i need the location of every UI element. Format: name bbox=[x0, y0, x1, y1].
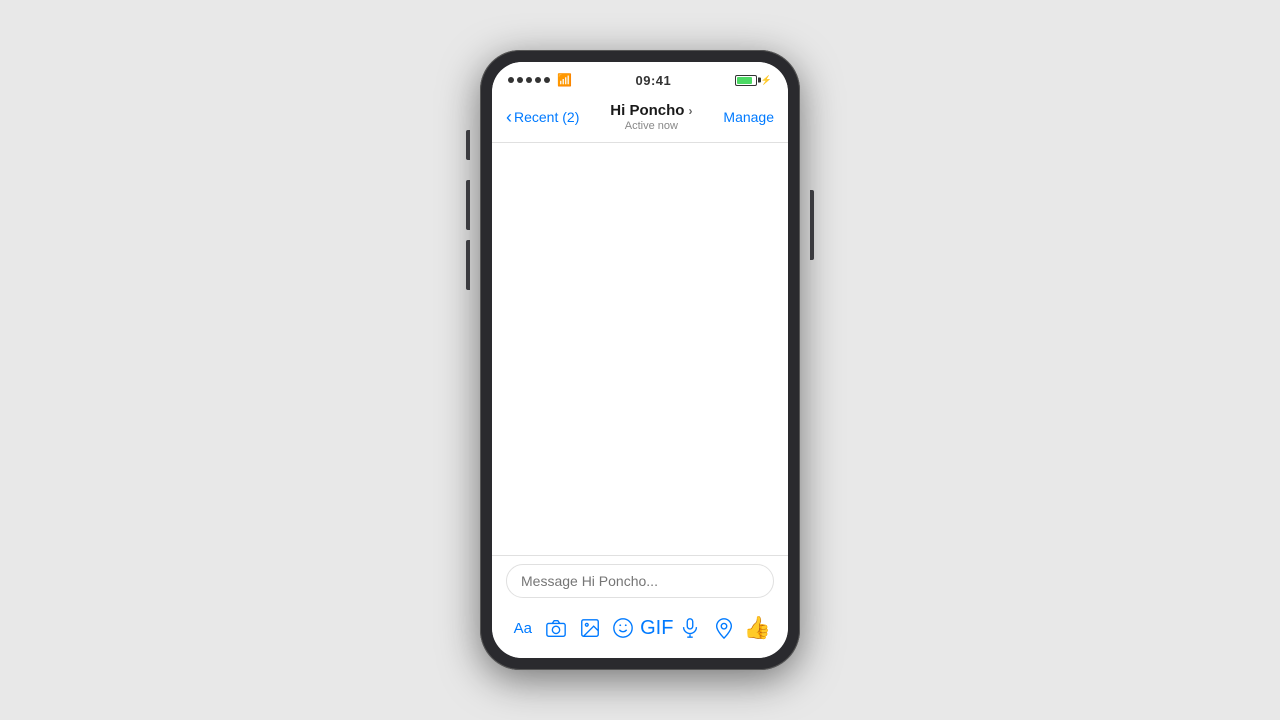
back-label: Recent (2) bbox=[514, 109, 579, 125]
emoji-icon bbox=[612, 617, 634, 639]
signal-area: 📶 bbox=[508, 73, 572, 87]
mute-button[interactable] bbox=[466, 130, 470, 160]
signal-dot-2 bbox=[517, 77, 523, 83]
nav-title-text: Hi Poncho bbox=[610, 102, 684, 119]
keyboard-label: Aa bbox=[514, 620, 532, 637]
location-button[interactable] bbox=[707, 610, 741, 646]
bolt-icon: ⚡ bbox=[761, 75, 772, 86]
emoji-button[interactable] bbox=[607, 610, 641, 646]
nav-center: Hi Poncho › Active now bbox=[587, 102, 715, 132]
gif-label: GIF bbox=[640, 617, 673, 640]
message-input[interactable] bbox=[506, 564, 774, 598]
mic-button[interactable] bbox=[674, 610, 708, 646]
location-icon bbox=[713, 617, 735, 639]
power-button[interactable] bbox=[810, 190, 814, 260]
wifi-icon: 📶 bbox=[557, 73, 572, 87]
battery-container bbox=[735, 75, 757, 86]
signal-dot-3 bbox=[526, 77, 532, 83]
signal-dot-4 bbox=[535, 77, 541, 83]
volume-up-button[interactable] bbox=[466, 180, 470, 230]
like-button[interactable]: 👍 bbox=[741, 610, 775, 646]
photo-icon bbox=[579, 617, 601, 639]
status-bar: 📶 09:41 ⚡ bbox=[492, 62, 788, 94]
screen: 📶 09:41 ⚡ ‹ Recent (2) bbox=[492, 62, 788, 658]
back-chevron-icon: ‹ bbox=[506, 108, 512, 126]
camera-button[interactable] bbox=[540, 610, 574, 646]
back-button[interactable]: ‹ Recent (2) bbox=[506, 108, 579, 126]
nav-subtitle: Active now bbox=[587, 120, 715, 132]
phone-inner: 📶 09:41 ⚡ ‹ Recent (2) bbox=[492, 62, 788, 658]
toolbar-icons: Aa bbox=[506, 606, 774, 650]
volume-down-button[interactable] bbox=[466, 240, 470, 290]
battery-area: ⚡ bbox=[735, 75, 772, 86]
nav-title-chevron-icon: › bbox=[688, 104, 692, 118]
nav-title-row[interactable]: Hi Poncho › bbox=[587, 102, 715, 119]
input-area: Aa bbox=[492, 555, 788, 658]
status-time: 09:41 bbox=[635, 73, 671, 88]
photo-button[interactable] bbox=[573, 610, 607, 646]
thumbs-up-icon: 👍 bbox=[744, 615, 771, 641]
mic-icon bbox=[679, 617, 701, 639]
signal-dot-1 bbox=[508, 77, 514, 83]
battery-fill bbox=[737, 77, 752, 84]
manage-button[interactable]: Manage bbox=[723, 109, 774, 125]
phone-device: 📶 09:41 ⚡ ‹ Recent (2) bbox=[480, 50, 800, 670]
navigation-bar: ‹ Recent (2) Hi Poncho › Active now Mana… bbox=[492, 94, 788, 143]
signal-dot-5 bbox=[544, 77, 550, 83]
keyboard-button[interactable]: Aa bbox=[506, 610, 540, 646]
message-area bbox=[492, 143, 788, 555]
message-input-row bbox=[506, 564, 774, 598]
camera-icon bbox=[545, 617, 567, 639]
gif-button[interactable]: GIF bbox=[640, 610, 674, 646]
battery-icon bbox=[735, 75, 757, 86]
